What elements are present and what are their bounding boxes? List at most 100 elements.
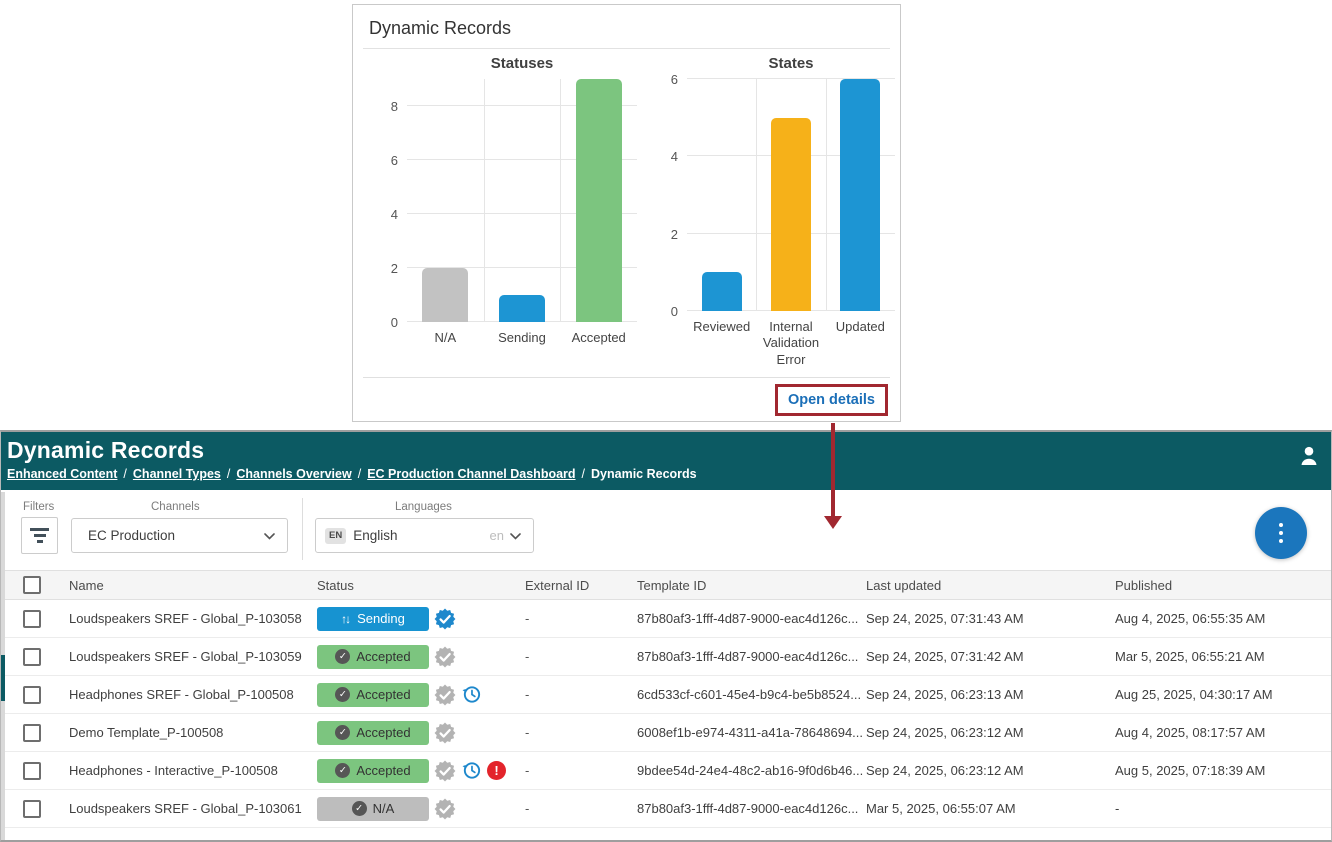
status-label: Accepted (356, 687, 410, 702)
table-row[interactable]: Headphones SREF - Global_P-100508 ✓ Accept… (1, 676, 1331, 714)
left-scrollbar-thumb[interactable] (1, 655, 5, 701)
status-badge: ✓ Accepted (317, 721, 429, 745)
last-updated: Sep 24, 2025, 06:23:13 AM (866, 687, 1115, 702)
open-details-highlight-box: Open details (775, 384, 888, 416)
table-header-row: Name Status External ID Template ID Last… (1, 570, 1331, 600)
table-row[interactable]: Loudspeakers SREF - Global_P-103061 ✓ N/A -… (1, 790, 1331, 828)
published: - (1115, 801, 1331, 816)
x-category-label: Sending (484, 330, 561, 346)
check-circle-icon: ✓ (352, 801, 367, 816)
y-tick-label: 0 (391, 315, 398, 330)
row-checkbox[interactable] (23, 762, 41, 780)
record-name: Demo Template_P-100508 (69, 725, 317, 740)
bar-accepted (576, 79, 622, 322)
row-checkbox[interactable] (23, 800, 41, 818)
breadcrumb-channel-types[interactable]: Channel Types (133, 467, 221, 481)
error-icon: ! (487, 761, 506, 780)
annotation-arrow-line (831, 423, 835, 517)
table-row[interactable]: Loudspeakers SREF - Global_P-103058↑↓Sen… (1, 600, 1331, 638)
charts-row: Statuses 02468 N/ASendingAccepted States… (353, 55, 900, 368)
dynamic-records-card: Dynamic Records Statuses 02468 N/ASendin… (352, 4, 901, 422)
status-label: Accepted (356, 725, 410, 740)
filters-bar: Filters Channels EC Production Languages… (1, 490, 1331, 570)
status-cell: ↑↓Sending (317, 607, 525, 631)
breadcrumb-current: Dynamic Records (591, 467, 697, 481)
column-header-published: Published (1115, 578, 1331, 593)
y-tick-label: 4 (671, 149, 678, 164)
record-name: Loudspeakers SREF - Global_P-103061 (69, 801, 317, 816)
y-axis: 0246 (649, 79, 687, 311)
breadcrumb-ec-production-channel-dashboard[interactable]: EC Production Channel Dashboard (367, 467, 575, 481)
row-checkbox[interactable] (23, 686, 41, 704)
row-checkbox[interactable] (23, 648, 41, 666)
column-header-external-id: External ID (525, 578, 637, 593)
bar-updated (840, 79, 880, 311)
languages-select[interactable]: EN English en (315, 518, 534, 553)
column-header-name: Name (69, 578, 317, 593)
external-id: - (525, 763, 637, 778)
statuses-chart: Statuses 02468 N/ASendingAccepted (369, 55, 637, 368)
template-id: 87b80af3-1fff-4d87-9000-eac4d126c... (637, 649, 866, 664)
kebab-menu-icon (1279, 523, 1284, 544)
bar-internal-validation-error (771, 118, 811, 311)
x-category-label: Reviewed (687, 319, 756, 368)
external-id: - (525, 801, 637, 816)
states-chart-title: States (687, 55, 895, 79)
status-label: N/A (373, 801, 395, 816)
y-tick-label: 0 (671, 304, 678, 319)
breadcrumb: Enhanced Content / Channel Types / Channels … (7, 467, 1319, 481)
divider (302, 498, 303, 560)
status-badge: ✓Accepted (317, 759, 429, 783)
external-id: - (525, 611, 637, 626)
open-details-link[interactable]: Open details (788, 392, 875, 408)
check-circle-icon: ✓ (335, 725, 350, 740)
channels-label: Channels (151, 501, 200, 513)
left-scrollbar-track[interactable] (1, 492, 5, 840)
external-id: - (525, 687, 637, 702)
row-checkbox[interactable] (23, 610, 41, 628)
breadcrumb-channels-overview[interactable]: Channels Overview (236, 467, 351, 481)
verified-seal-icon (434, 608, 456, 630)
last-updated: Sep 24, 2025, 07:31:42 AM (866, 649, 1115, 664)
user-icon[interactable] (1297, 444, 1321, 473)
status-badge: ✓ N/A (317, 797, 429, 821)
verified-seal-icon (434, 684, 456, 706)
language-code: en (490, 528, 504, 543)
column-header-status: Status (317, 578, 525, 593)
x-category-label: Updated (826, 319, 895, 368)
check-circle-icon: ✓ (335, 763, 350, 778)
last-updated: Sep 24, 2025, 06:23:12 AM (866, 763, 1115, 778)
verified-seal-icon (434, 722, 456, 744)
breadcrumb-enhanced-content[interactable]: Enhanced Content (7, 467, 117, 481)
y-axis: 02468 (369, 79, 407, 322)
languages-label: Languages (395, 501, 452, 513)
last-updated: Sep 24, 2025, 07:31:43 AM (866, 611, 1115, 626)
status-badge: ✓ Accepted (317, 683, 429, 707)
row-checkbox[interactable] (23, 724, 41, 742)
record-name: Headphones SREF - Global_P-100508 (69, 687, 317, 702)
status-cell: ✓ N/A (317, 797, 525, 821)
record-name: Loudspeakers SREF - Global_P-103058 (69, 611, 317, 626)
actions-menu-button[interactable] (1255, 507, 1307, 559)
check-circle-icon: ✓ (335, 687, 350, 702)
bar-reviewed (702, 272, 742, 311)
bar-n-a (422, 268, 468, 322)
table-row[interactable]: Loudspeakers SREF - Global_P-103059✓Acce… (1, 638, 1331, 676)
filter-button[interactable] (21, 517, 58, 554)
breadcrumb-separator: / (582, 467, 585, 481)
filters-label: Filters (23, 501, 54, 513)
channels-select[interactable]: EC Production (71, 518, 288, 553)
column-header-last-updated: Last updated (866, 578, 1115, 593)
chevron-down-icon (264, 528, 275, 543)
page-title: Dynamic Records (7, 437, 1319, 464)
card-title: Dynamic Records (353, 5, 900, 48)
select-all-checkbox[interactable] (23, 576, 41, 594)
y-tick-label: 6 (671, 72, 678, 87)
record-name: Headphones - Interactive_P-100508 (69, 763, 317, 778)
table-row[interactable]: Demo Template_P-100508✓Accepted-6008ef1b… (1, 714, 1331, 752)
x-axis-labels: N/ASendingAccepted (407, 330, 637, 346)
last-updated: Mar 5, 2025, 06:55:07 AM (866, 801, 1115, 816)
breadcrumb-separator: / (358, 467, 361, 481)
table-row[interactable]: Headphones - Interactive_P-100508✓Accept… (1, 752, 1331, 790)
y-tick-label: 6 (391, 153, 398, 168)
